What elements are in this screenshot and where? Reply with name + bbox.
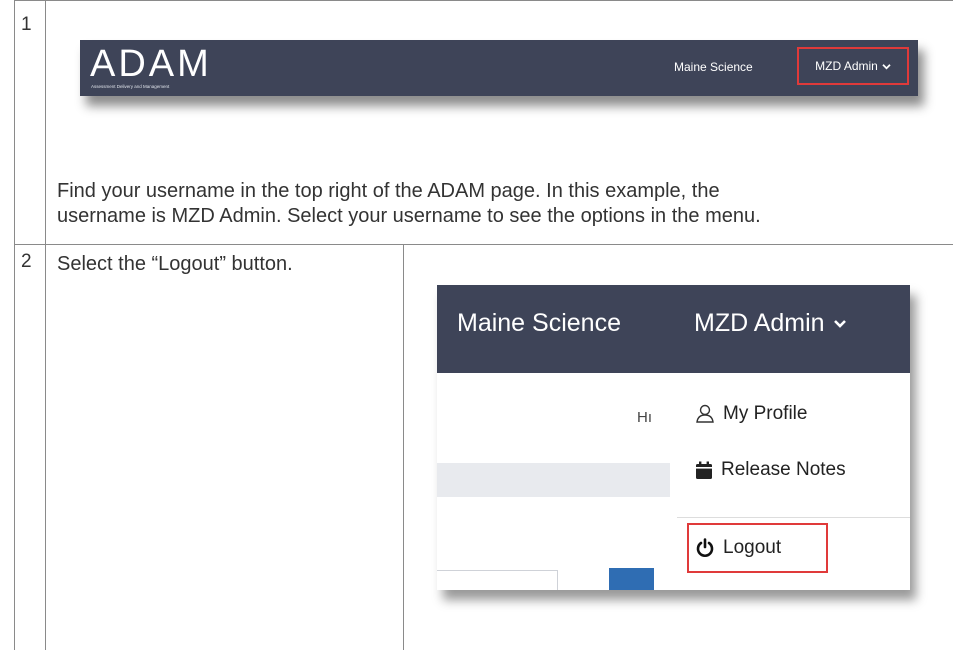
username-label: MZD Admin — [694, 309, 825, 337]
step2-instruction: Select the “Logout” button. — [57, 253, 293, 275]
background-text-fragment: Hı — [637, 409, 652, 426]
menu-item-label: Release Notes — [721, 459, 846, 480]
nav-maine-science[interactable]: Maine Science — [674, 60, 753, 74]
adam-logo: ADAM — [90, 43, 212, 85]
step-number: 2 — [21, 251, 32, 272]
table-border-left — [14, 0, 15, 650]
menu-item-label: Logout — [723, 537, 782, 558]
adam-logo-subtitle: Assessment Delivery and Management — [91, 84, 170, 89]
username-label: MZD Admin — [815, 59, 878, 73]
step-number: 1 — [21, 14, 32, 35]
user-menu-screenshot: Maine Science MZD Admin Hı My Profile Re… — [437, 285, 910, 590]
instruction-line: username is MZD Admin. Select your usern… — [57, 205, 761, 227]
username-menu-button[interactable]: MZD Admin — [797, 47, 909, 85]
username-menu-button[interactable]: MZD Admin — [694, 309, 847, 338]
nav-maine-science[interactable]: Maine Science — [457, 309, 621, 338]
table-row-divider — [14, 244, 953, 245]
menu-item-release-notes[interactable]: Release Notes — [695, 459, 846, 481]
step1-instruction: Find your username in the top right of t… — [57, 179, 761, 229]
header-bar: Maine Science MZD Admin — [437, 285, 910, 373]
calendar-icon — [695, 461, 713, 480]
chevron-down-icon — [882, 63, 891, 70]
background-button — [609, 568, 654, 590]
menu-item-label: My Profile — [723, 403, 808, 424]
logout-button[interactable]: Logout — [687, 523, 828, 573]
menu-item-my-profile[interactable]: My Profile — [695, 403, 807, 425]
table-border-top — [14, 0, 953, 1]
user-icon — [695, 404, 715, 424]
power-icon — [695, 538, 715, 558]
instruction-line: Find your username in the top right of t… — [57, 180, 720, 202]
table-cell-divider — [403, 244, 404, 650]
table-column-divider — [45, 0, 46, 650]
chevron-down-icon — [833, 319, 847, 329]
menu-divider — [677, 517, 910, 518]
background-input — [437, 570, 558, 590]
background-row — [437, 463, 670, 497]
adam-header-screenshot: ADAM Assessment Delivery and Management … — [80, 40, 918, 96]
